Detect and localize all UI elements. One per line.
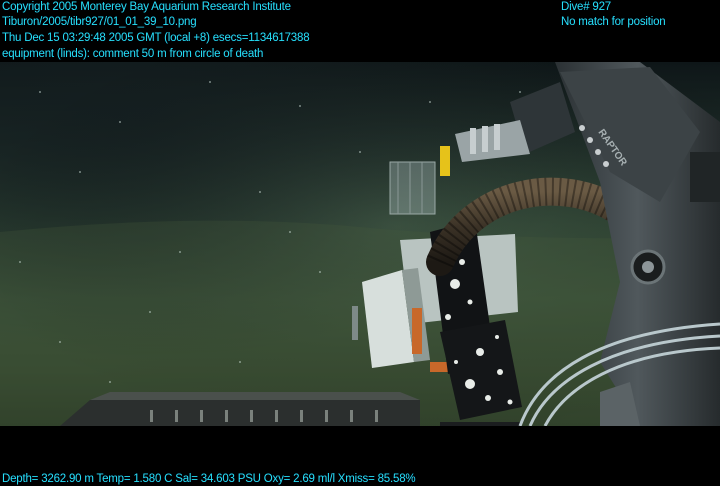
datetime-text: Thu Dec 15 03:29:48 2005 GMT (local +8) … [2,32,310,44]
comment-text: equipment (linds): comment 50 m from cir… [2,48,264,60]
dive-number: Dive# 927 [561,1,611,13]
video-frame: RAPTOR Copyright 2005 Monterey Bay Aquar… [0,0,720,486]
underwater-scene: RAPTOR [0,62,720,426]
scene-drawing: RAPTOR [0,62,720,426]
position-status: No match for position [561,16,666,28]
copyright-text: Copyright 2005 Monterey Bay Aquarium Res… [2,1,291,13]
telemetry-readout: Depth= 3262.90 m Temp= 1.580 C Sal= 34.6… [2,473,416,485]
filename-text: Tiburon/2005/tibr927/01_01_39_10.png [2,16,197,28]
foreground-rack [60,392,420,426]
